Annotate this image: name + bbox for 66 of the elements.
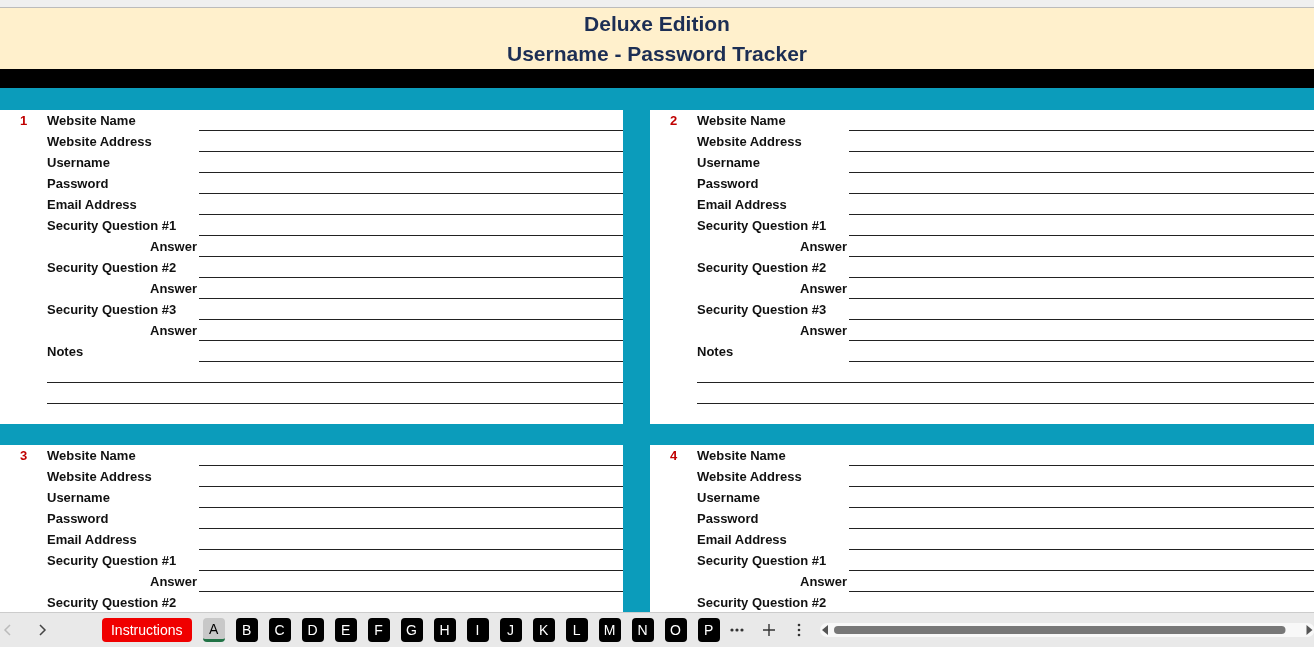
horizontal-scrollbar[interactable] [819, 623, 1314, 637]
field-label: Website Address [697, 469, 803, 484]
field-label: Website Address [47, 134, 153, 149]
sheet-tab[interactable]: G [400, 618, 423, 642]
field-label: Website Name [47, 448, 137, 463]
sheet-tab[interactable]: J [499, 618, 522, 642]
field-label: Answer [150, 239, 198, 254]
sheet-tab[interactable]: O [664, 618, 687, 642]
sheet-tab[interactable]: B [235, 618, 258, 642]
sheet-tab[interactable]: I [466, 618, 489, 642]
sheet-tab[interactable]: Instructions [101, 618, 192, 642]
field-label: Security Question #2 [697, 260, 828, 275]
sheet-tab[interactable]: K [532, 618, 555, 642]
record-number: 2 [669, 113, 678, 128]
sheet-tab[interactable]: E [334, 618, 357, 642]
field-label: Password [697, 511, 760, 526]
field-label: Answer [800, 574, 848, 589]
field-label: Email Address [697, 532, 788, 547]
sheet-tab[interactable]: A [202, 618, 225, 642]
field-label: Security Question #3 [47, 302, 178, 317]
field-label: Security Question #2 [47, 260, 178, 275]
field-label: Website Address [47, 469, 153, 484]
field-label: Email Address [47, 532, 138, 547]
field-label: Notes [697, 344, 735, 359]
options-icon[interactable] [795, 623, 802, 637]
field-label: Username [697, 490, 761, 505]
field-label: Answer [150, 281, 198, 296]
field-label: Security Question #1 [47, 553, 178, 568]
sheet-tab[interactable]: D [301, 618, 324, 642]
field-label: Website Name [47, 113, 137, 128]
field-label: Security Question #1 [697, 553, 828, 568]
field-label: Username [47, 155, 111, 170]
field-label: Security Question #2 [47, 595, 178, 610]
field-label: Answer [800, 239, 848, 254]
field-label: Answer [800, 281, 848, 296]
field-label: Security Question #1 [47, 218, 178, 233]
field-label: Security Question #1 [697, 218, 828, 233]
sheet-tab[interactable]: M [598, 618, 621, 642]
tracker-title: Username - Password Tracker [507, 41, 807, 66]
field-label: Website Name [697, 113, 787, 128]
sheet-tab[interactable]: H [433, 618, 456, 642]
field-label: Password [47, 511, 110, 526]
field-label: Username [47, 490, 111, 505]
field-label: Website Name [697, 448, 787, 463]
sheet-tab[interactable]: F [367, 618, 390, 642]
sheet-tab[interactable]: N [631, 618, 654, 642]
field-label: Answer [150, 323, 198, 338]
add-sheet-icon[interactable] [761, 623, 776, 637]
field-label: Password [697, 176, 760, 191]
field-label: Notes [47, 344, 85, 359]
record-number: 4 [669, 448, 678, 463]
record-number: 3 [19, 448, 28, 463]
field-label: Website Address [697, 134, 803, 149]
edition-title: Deluxe Edition [584, 11, 730, 36]
field-label: Email Address [697, 197, 788, 212]
sheet-tab[interactable]: P [697, 618, 720, 642]
field-label: Email Address [47, 197, 138, 212]
field-label: Password [47, 176, 110, 191]
sheet-tab[interactable]: L [565, 618, 588, 642]
field-label: Username [697, 155, 761, 170]
record-number: 1 [19, 113, 28, 128]
field-label: Security Question #3 [697, 302, 828, 317]
field-label: Answer [150, 574, 198, 589]
sheet-tab[interactable]: C [268, 618, 291, 642]
field-label: Security Question #2 [697, 595, 828, 610]
field-label: Answer [800, 323, 848, 338]
